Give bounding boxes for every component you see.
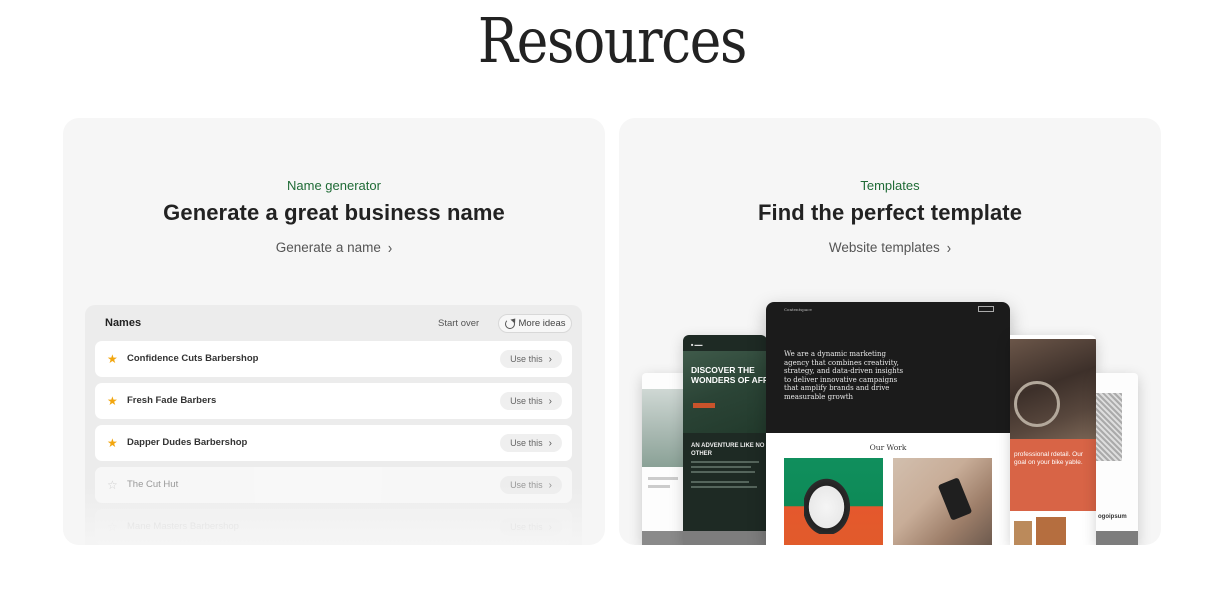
brand-name: Contentspace	[784, 307, 812, 312]
hero-heading: DISCOVER THE WONDERS OF AFR	[691, 365, 767, 385]
name-list-item: ★ Confidence Cuts Barbershop Use this ›	[95, 341, 572, 377]
footer-bar	[683, 531, 767, 545]
name-list-item: ☆ Mane Masters Barbershop Use this ›	[95, 509, 572, 545]
use-this-label: Use this	[510, 522, 543, 532]
thumbnail-image	[1014, 521, 1032, 545]
names-panel-title: Names	[105, 317, 142, 329]
templates-eyebrow: Templates	[860, 178, 920, 193]
refresh-icon	[504, 318, 515, 329]
name-generator-heading: Generate a great business name	[163, 200, 505, 225]
text-line	[691, 486, 757, 488]
more-ideas-label: More ideas	[518, 318, 566, 329]
name-item-label: The Cut Hut	[127, 479, 179, 490]
star-outline-icon[interactable]: ☆	[107, 478, 118, 492]
star-icon[interactable]: ★	[107, 436, 118, 450]
use-this-button[interactable]: Use this ›	[500, 434, 562, 452]
name-item-label: Confidence Cuts Barbershop	[127, 353, 259, 364]
names-panel-header: Names Start over More ideas	[85, 305, 582, 341]
use-this-button[interactable]: Use this ›	[500, 350, 562, 368]
use-this-label: Use this	[510, 438, 543, 448]
orange-panel	[1010, 439, 1096, 511]
use-this-label: Use this	[510, 396, 543, 406]
name-list-item: ☆ The Cut Hut Use this ›	[95, 467, 572, 503]
name-item-label: Mane Masters Barbershop	[127, 521, 239, 532]
template-preview-center[interactable]: Contentspace We are a dynamic marketing …	[766, 302, 1010, 545]
gear-shape	[1014, 381, 1060, 427]
star-icon[interactable]: ★	[107, 352, 118, 366]
star-icon[interactable]: ★	[107, 394, 118, 408]
chevron-right-icon: ›	[548, 479, 552, 491]
name-generator-eyebrow: Name generator	[287, 178, 381, 193]
chevron-right-icon: ›	[946, 238, 952, 257]
use-this-label: Use this	[510, 354, 543, 364]
text-line	[648, 485, 670, 488]
chevron-right-icon: ›	[387, 238, 393, 257]
generate-name-link[interactable]: Generate a name ›	[63, 238, 605, 257]
menu-icon	[978, 306, 994, 312]
website-templates-link[interactable]: Website templates ›	[619, 238, 1161, 257]
template-preview-right[interactable]: professional rdetail. Our goal on your b…	[1010, 335, 1096, 545]
hero-button	[693, 403, 715, 408]
templates-card: Templates Find the perfect template Webs…	[619, 118, 1161, 545]
generate-name-label: Generate a name	[275, 240, 381, 255]
section-title: Our Work	[869, 443, 907, 452]
start-over-button[interactable]: Start over	[438, 318, 479, 329]
template-preview-far-right[interactable]: ogoipsum	[1096, 373, 1138, 545]
name-item-label: Dapper Dudes Barbershop	[127, 437, 248, 448]
sneaker-shape	[804, 474, 854, 534]
phone-image	[893, 458, 992, 545]
hero-tagline: We are a dynamic marketing agency that c…	[784, 350, 904, 401]
chevron-right-icon: ›	[548, 353, 552, 365]
logo-bar: ■ ▬▬	[691, 342, 703, 347]
more-ideas-button[interactable]: More ideas	[498, 314, 572, 333]
chevron-right-icon: ›	[548, 437, 552, 449]
template-preview-left[interactable]: ■ ▬▬ DISCOVER THE WONDERS OF AFR AN ADVE…	[683, 335, 767, 545]
sub-heading: AN ADVENTURE LIKE NO OTHER	[691, 443, 765, 457]
templates-heading: Find the perfect template	[757, 200, 1023, 225]
thumbnail-image	[1036, 517, 1066, 545]
use-this-button[interactable]: Use this ›	[500, 392, 562, 410]
use-this-button[interactable]: Use this ›	[500, 476, 562, 494]
hero-image	[683, 351, 767, 433]
panel-text: professional rdetail. Our goal on your b…	[1014, 451, 1084, 466]
footer-bar	[1096, 531, 1138, 545]
text-line	[691, 466, 751, 468]
chevron-right-icon: ›	[548, 395, 552, 407]
text-line	[691, 471, 755, 473]
star-outline-icon[interactable]: ☆	[107, 520, 118, 534]
text-line	[648, 477, 678, 480]
website-templates-label: Website templates	[828, 240, 940, 255]
text-line	[691, 461, 759, 463]
use-this-button[interactable]: Use this ›	[500, 518, 562, 536]
name-list-item: ★ Fresh Fade Barbers Use this ›	[95, 383, 572, 419]
use-this-label: Use this	[510, 480, 543, 490]
text-line	[691, 481, 749, 483]
page-title: Resources	[477, 4, 747, 77]
name-generator-card: Name generator Generate a great business…	[63, 118, 605, 545]
name-item-label: Fresh Fade Barbers	[127, 395, 217, 406]
names-panel: Names Start over More ideas ★ Confidence…	[85, 305, 582, 545]
chevron-right-icon: ›	[548, 521, 552, 533]
logo-text: ogoipsum	[1098, 514, 1127, 520]
name-list-item: ★ Dapper Dudes Barbershop Use this ›	[95, 425, 572, 461]
metal-texture-image	[1096, 393, 1122, 461]
